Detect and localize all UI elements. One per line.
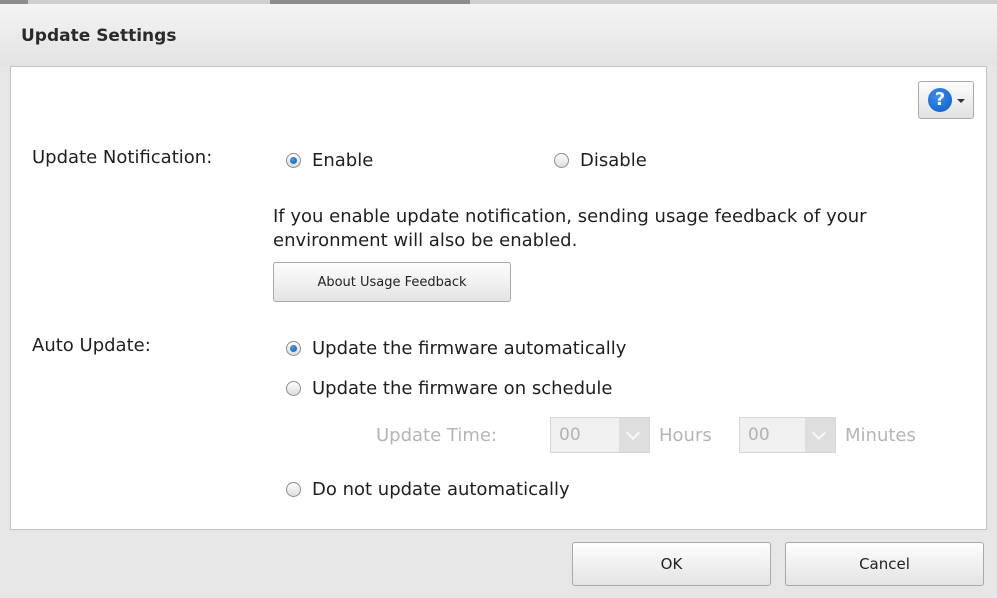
radio-update-on-schedule[interactable]: Update the firmware on schedule bbox=[286, 376, 613, 400]
minutes-select-value: 00 bbox=[748, 425, 770, 445]
cancel-button[interactable]: Cancel bbox=[785, 542, 984, 586]
about-usage-feedback-button[interactable]: About Usage Feedback bbox=[273, 262, 511, 302]
dialog-footer: OK Cancel bbox=[0, 530, 997, 598]
notification-description: If you enable update notification, sendi… bbox=[273, 205, 973, 253]
radio-button-checked[interactable] bbox=[286, 340, 301, 356]
radio-update-automatically[interactable]: Update the firmware automatically bbox=[286, 336, 626, 360]
radio-update-on-schedule-label: Update the firmware on schedule bbox=[312, 377, 613, 399]
dialog-titlebar: Update Settings bbox=[0, 4, 997, 66]
update-notification-label: Update Notification: bbox=[32, 147, 213, 168]
minutes-unit-label: Minutes bbox=[845, 425, 916, 446]
update-time-label: Update Time: bbox=[376, 425, 498, 446]
chevron-down-icon bbox=[957, 99, 965, 103]
radio-button[interactable] bbox=[286, 380, 301, 396]
radio-enable[interactable]: Enable bbox=[286, 148, 373, 172]
radio-do-not-update-label: Do not update automatically bbox=[312, 478, 570, 500]
help-button[interactable]: ? bbox=[918, 81, 974, 119]
radio-enable-label: Enable bbox=[312, 149, 374, 171]
radio-button[interactable] bbox=[286, 481, 301, 497]
notification-description-line2: environment will also be enabled. bbox=[273, 230, 578, 251]
hours-select-value: 00 bbox=[559, 425, 581, 445]
auto-update-label: Auto Update: bbox=[32, 335, 151, 356]
chevron-down-icon bbox=[805, 418, 835, 452]
radio-do-not-update[interactable]: Do not update automatically bbox=[286, 477, 570, 501]
radio-button-checked[interactable] bbox=[286, 152, 301, 168]
radio-disable-label: Disable bbox=[580, 149, 647, 171]
radio-button[interactable] bbox=[554, 152, 569, 168]
hours-unit-label: Hours bbox=[659, 425, 712, 446]
chevron-down-icon bbox=[619, 418, 649, 452]
dialog-title: Update Settings bbox=[21, 26, 177, 46]
hours-select[interactable]: 00 bbox=[550, 417, 650, 453]
radio-update-automatically-label: Update the firmware automatically bbox=[312, 337, 627, 359]
notification-description-line1: If you enable update notification, sendi… bbox=[273, 206, 867, 227]
ok-button[interactable]: OK bbox=[572, 542, 771, 586]
minutes-select[interactable]: 00 bbox=[739, 417, 836, 453]
dialog-content: ? Update Notification: Enable Disable If… bbox=[10, 66, 987, 530]
help-icon: ? bbox=[928, 88, 952, 112]
radio-disable[interactable]: Disable bbox=[554, 148, 647, 172]
